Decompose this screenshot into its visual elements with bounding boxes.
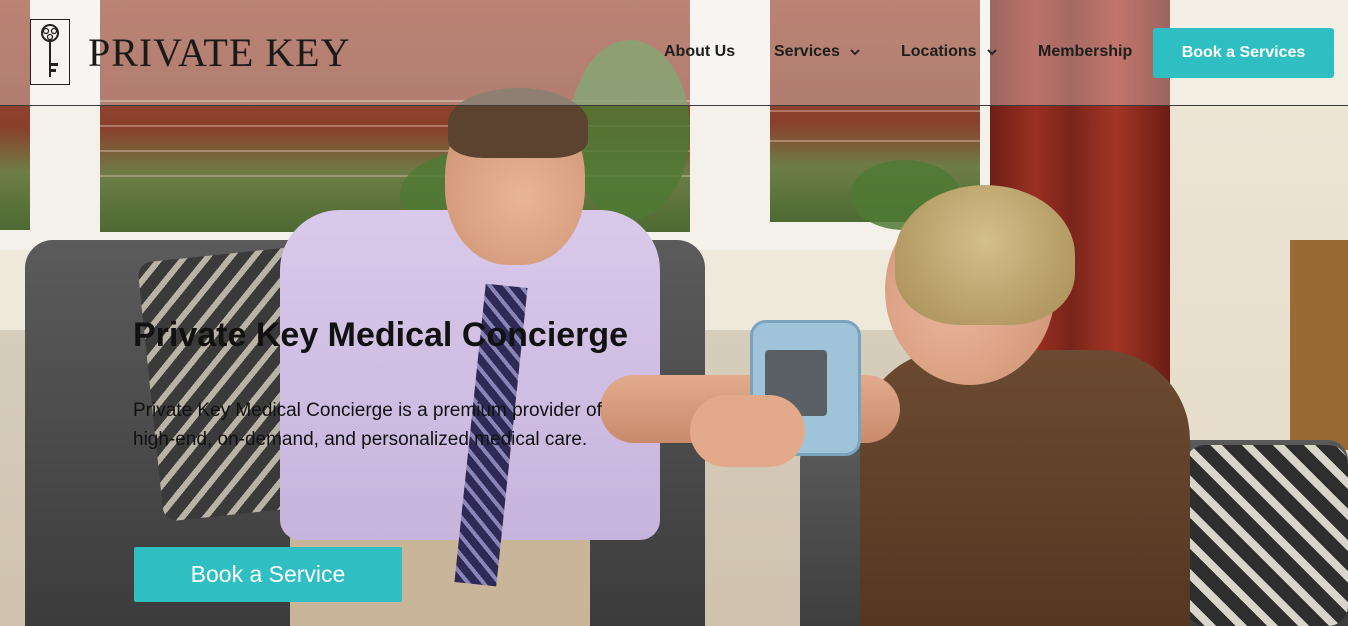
doctor-hand (690, 395, 805, 467)
nav-label: Membership (1038, 43, 1133, 60)
patient-shirt (860, 350, 1190, 626)
nav-label: About Us (664, 43, 736, 60)
hero-title: Private Key Medical Concierge (133, 316, 629, 354)
hero-description: Private Key Medical Concierge is a premi… (133, 400, 602, 450)
cabinet (1290, 240, 1348, 450)
patient-hair (895, 185, 1075, 325)
nav-label: Locations (901, 43, 977, 60)
key-icon (41, 24, 59, 77)
chevron-down-icon (850, 49, 860, 56)
nav-services[interactable]: Services (774, 40, 862, 64)
cushion-right (1185, 445, 1348, 626)
book-service-button[interactable]: Book a Service (134, 547, 402, 602)
nav-locations[interactable]: Locations (901, 40, 999, 64)
book-services-button[interactable]: Book a Services (1153, 28, 1334, 78)
nav-label: Services (774, 43, 840, 60)
site-header: PRIVATE KEY About Us Services Locations … (0, 0, 1348, 106)
nav-about-us[interactable]: About Us (664, 40, 735, 64)
logo-mark[interactable] (30, 19, 70, 85)
nav-membership[interactable]: Membership (1038, 40, 1132, 64)
logo-text[interactable]: PRIVATE KEY (88, 30, 351, 76)
chevron-down-icon (986, 49, 997, 56)
